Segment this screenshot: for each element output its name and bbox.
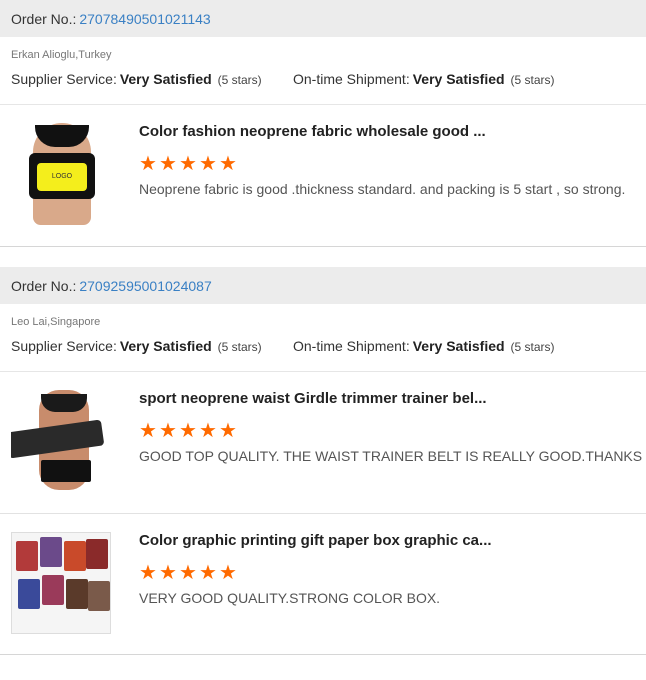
- product-thumbnail[interactable]: [11, 532, 111, 634]
- product-title-link[interactable]: sport neoprene waist Girdle trimmer trai…: [139, 390, 646, 412]
- order-ratings: Supplier Service: Very Satisfied (5 stars)…: [11, 331, 635, 362]
- star-icon: ★: [219, 151, 237, 175]
- ontime-shipment-label: On-time Shipment:: [293, 338, 410, 354]
- review-item: sport neoprene waist Girdle trimmer trai…: [0, 372, 646, 513]
- star-icon: ★: [159, 560, 177, 584]
- ontime-shipment-label: On-time Shipment:: [293, 71, 410, 87]
- supplier-service-rating: Supplier Service: Very Satisfied (5 stars): [11, 331, 293, 362]
- star-icon: ★: [179, 418, 197, 442]
- ontime-shipment-value: Very Satisfied: [412, 338, 505, 354]
- buyer-name: Leo Lai,Singapore: [11, 316, 101, 328]
- star-icon: ★: [139, 418, 157, 442]
- product-thumbnail[interactable]: LOGO: [11, 123, 111, 225]
- star-icon: ★: [219, 560, 237, 584]
- star-icon: ★: [199, 560, 217, 584]
- star-icon: ★: [139, 151, 157, 175]
- review-item: Color graphic printing gift paper box gr…: [0, 513, 646, 654]
- star-icon: ★: [139, 560, 157, 584]
- supplier-service-value: Very Satisfied: [119, 338, 212, 354]
- product-title-link[interactable]: Color graphic printing gift paper box gr…: [139, 532, 635, 554]
- star-icon: ★: [199, 151, 217, 175]
- supplier-service-label: Supplier Service:: [11, 71, 117, 87]
- ontime-shipment-value: Very Satisfied: [412, 71, 505, 87]
- supplier-service-value: Very Satisfied: [119, 71, 212, 87]
- order-number-link[interactable]: 27078490501021143: [79, 11, 210, 27]
- supplier-service-stars: (5 stars): [217, 73, 262, 87]
- order-no-label: Order No.:: [11, 10, 77, 27]
- review-comment: Neoprene fabric is good .thickness stand…: [139, 181, 626, 197]
- supplier-service-stars: (5 stars): [217, 340, 262, 354]
- ontime-shipment-rating: On-time Shipment: Very Satisfied (5 stars): [293, 331, 555, 362]
- star-icon: ★: [219, 418, 237, 442]
- order-card: Order No.: 27092595001024087 Leo Lai,Sin…: [0, 267, 646, 655]
- rating-stars: ★ ★ ★ ★ ★: [139, 418, 646, 442]
- rating-stars: ★ ★ ★ ★ ★: [139, 560, 635, 584]
- supplier-service-label: Supplier Service:: [11, 338, 117, 354]
- star-icon: ★: [159, 418, 177, 442]
- star-icon: ★: [179, 151, 197, 175]
- ontime-shipment-rating: On-time Shipment: Very Satisfied (5 stars): [293, 64, 555, 95]
- review-comment: GOOD TOP QUALITY. THE WAIST TRAINER BELT…: [139, 448, 646, 464]
- buyer-info: Leo Lai,Singapore Supplier Service: Very …: [0, 304, 646, 372]
- review-comment: VERY GOOD QUALITY.STRONG COLOR BOX.: [139, 590, 441, 606]
- order-divider: [0, 247, 646, 267]
- product-logo-text: LOGO: [37, 163, 87, 191]
- order-header: Order No.: 27078490501021143: [0, 0, 646, 37]
- rating-stars: ★ ★ ★ ★ ★: [139, 151, 635, 175]
- supplier-service-rating: Supplier Service: Very Satisfied (5 stars): [11, 64, 293, 95]
- order-header: Order No.: 27092595001024087: [0, 267, 646, 304]
- order-no-label: Order No.:: [11, 277, 77, 294]
- star-icon: ★: [159, 151, 177, 175]
- buyer-info: Erkan Alioglu,Turkey Supplier Service: Ve…: [0, 37, 646, 105]
- star-icon: ★: [179, 560, 197, 584]
- product-thumbnail[interactable]: [11, 390, 111, 492]
- order-card: Order No.: 27078490501021143 Erkan Aliog…: [0, 0, 646, 247]
- order-ratings: Supplier Service: Very Satisfied (5 stars)…: [11, 64, 635, 95]
- order-number-link[interactable]: 27092595001024087: [79, 278, 211, 294]
- star-icon: ★: [199, 418, 217, 442]
- product-title-link[interactable]: Color fashion neoprene fabric wholesale …: [139, 123, 635, 145]
- ontime-shipment-stars: (5 stars): [510, 340, 555, 354]
- buyer-name: Erkan Alioglu,Turkey: [11, 49, 112, 61]
- ontime-shipment-stars: (5 stars): [510, 73, 555, 87]
- review-item: LOGO Color fashion neoprene fabric whole…: [0, 105, 646, 246]
